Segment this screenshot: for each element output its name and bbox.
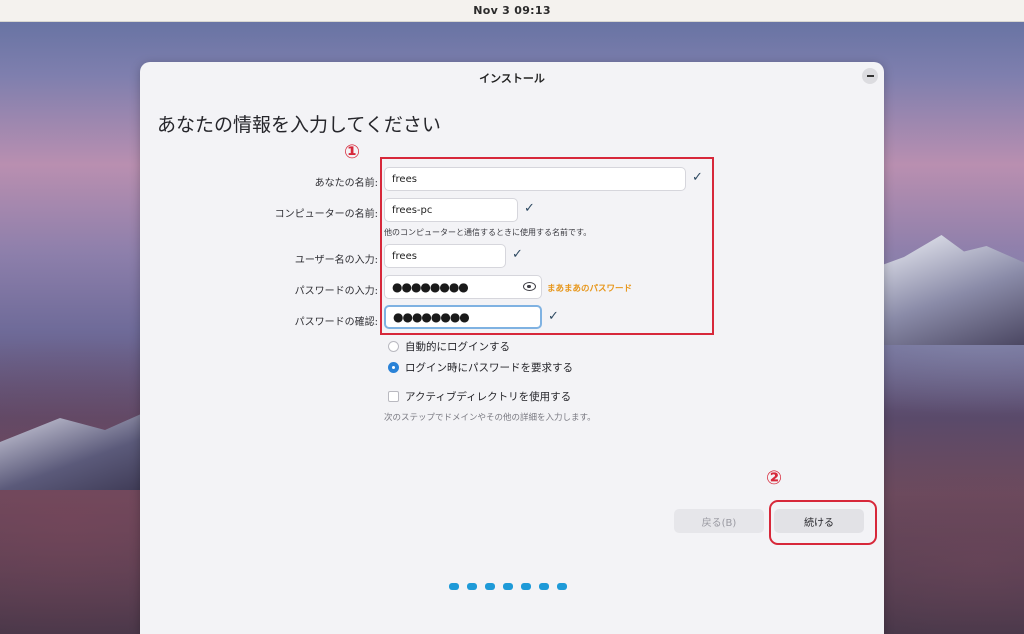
password-label: パスワードの入力: <box>294 286 378 297</box>
background-mountain <box>874 235 1024 345</box>
background-mountain <box>0 410 150 490</box>
progress-indicator <box>449 583 567 590</box>
back-button[interactable]: 戻る(B) <box>674 509 764 533</box>
require-password-label: ログイン時にパスワードを要求する <box>405 362 573 374</box>
name-label: あなたの名前: <box>314 178 378 189</box>
progress-dot <box>503 583 513 590</box>
minimize-icon <box>866 75 874 77</box>
active-directory-label: アクティブディレクトリを使用する <box>405 391 572 403</box>
progress-dot <box>467 583 477 590</box>
confirm-password-label: パスワードの確認: <box>294 317 378 328</box>
top-bar: Nov 3 09:13 <box>0 0 1024 22</box>
progress-dot <box>449 583 459 590</box>
minimize-button[interactable] <box>862 68 878 84</box>
progress-dot <box>521 583 531 590</box>
radio-button[interactable] <box>388 341 399 352</box>
annotation-marker-1: ① <box>344 141 361 163</box>
checkbox[interactable] <box>388 391 399 402</box>
active-directory-option[interactable]: アクティブディレクトリを使用する <box>388 389 571 404</box>
clock[interactable]: Nov 3 09:13 <box>473 4 551 17</box>
username-label: ユーザー名の入力: <box>294 255 378 266</box>
installer-window: インストール あなたの情報を入力してください あなたの名前: frees ✓ コ… <box>140 62 884 634</box>
annotation-box-fields <box>380 157 714 335</box>
window-title: インストール <box>479 72 545 85</box>
auto-login-option[interactable]: 自動的にログインする <box>388 339 510 354</box>
progress-dot <box>557 583 567 590</box>
auto-login-label: 自動的にログインする <box>405 341 510 353</box>
active-directory-hint: 次のステップでドメインやその他の詳細を入力します。 <box>384 413 596 423</box>
annotation-box-continue <box>769 500 877 545</box>
require-password-option[interactable]: ログイン時にパスワードを要求する <box>388 360 573 375</box>
radio-button-selected[interactable] <box>388 362 399 373</box>
progress-dot <box>539 583 549 590</box>
computer-name-label: コンピューターの名前: <box>274 209 378 220</box>
annotation-marker-2: ② <box>766 467 783 489</box>
page-title: あなたの情報を入力してください <box>157 114 441 136</box>
progress-dot <box>485 583 495 590</box>
